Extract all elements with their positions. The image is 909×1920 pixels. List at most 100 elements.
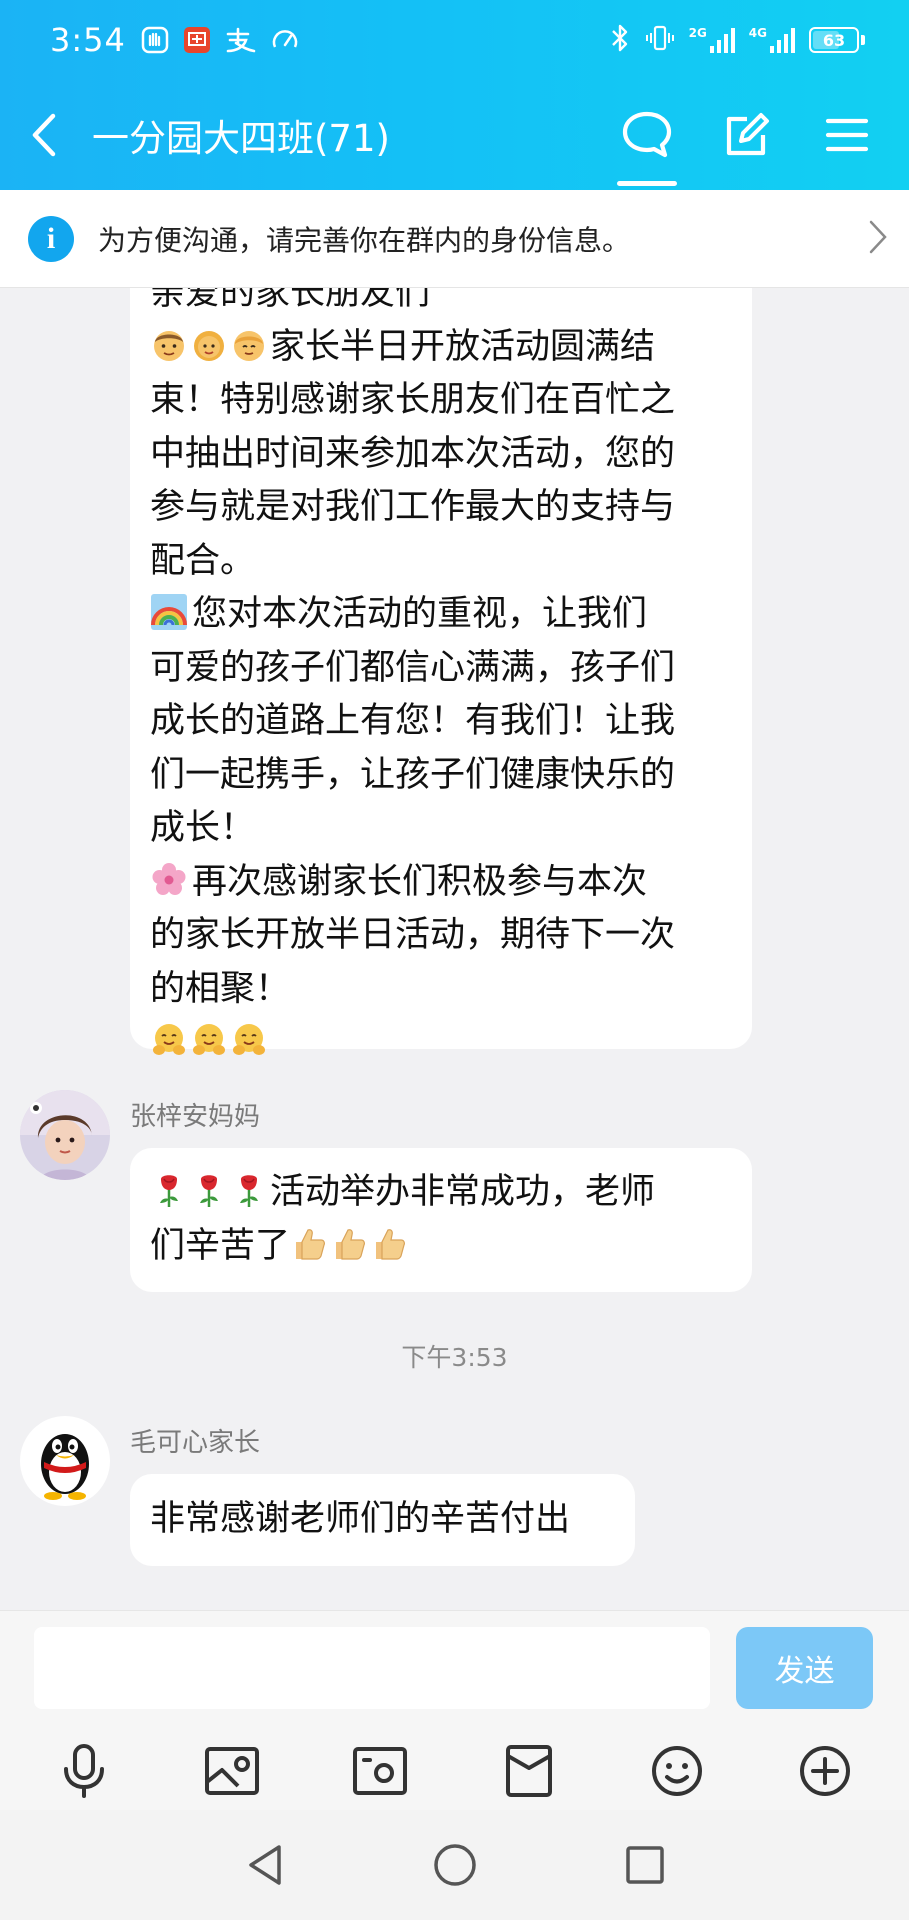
rose-emoji	[240, 1175, 258, 1207]
rose-emoji	[160, 1175, 178, 1207]
nav-home-button[interactable]	[425, 1835, 485, 1895]
group-title: 一分园大四班(71)	[92, 117, 390, 160]
microphone-icon	[64, 1744, 105, 1798]
man-emoji	[154, 330, 184, 361]
message-line: 参与就是对我们工作最大的支持与	[150, 487, 676, 527]
edit-icon	[726, 113, 769, 156]
message-line: 成长！	[150, 808, 256, 848]
title-actions	[597, 80, 909, 190]
hand-icon	[140, 25, 170, 55]
image-icon	[205, 1747, 260, 1795]
chevron-left-icon	[32, 113, 56, 157]
message-line: 家长半日开放活动圆满结	[150, 321, 734, 375]
image-button[interactable]	[192, 1731, 272, 1811]
emoji-icon	[651, 1746, 702, 1796]
message-line: 成长的道路上有您！有我们！让我	[150, 701, 676, 741]
avatar[interactable]	[20, 1416, 110, 1506]
message-line: 配合。	[150, 540, 256, 581]
input-area: 发送	[0, 1610, 909, 1810]
message-line: 们一起携手，让孩子们健康快乐的	[150, 754, 676, 795]
woman-emoji	[194, 330, 224, 361]
avatar[interactable]	[20, 1090, 110, 1180]
sender-name: 毛可心家长	[130, 1428, 261, 1458]
title-bar: 一分园大四班(71)	[0, 80, 909, 190]
thumbs-up-emoji	[296, 1228, 325, 1260]
message-line: 非常感谢老师们的辛苦付出	[150, 1499, 571, 1539]
message-line: 可爱的孩子们都信心满满，孩子们	[150, 647, 676, 688]
input-toolbar	[0, 1731, 909, 1811]
nav-recents-button[interactable]	[615, 1835, 675, 1895]
hug-emoji	[153, 1024, 185, 1055]
message-input[interactable]	[34, 1627, 710, 1709]
back-triangle-icon	[248, 1845, 281, 1885]
child-emoji	[234, 330, 264, 361]
message-line: 束！特别感谢家长朋友们在百忙之	[150, 380, 676, 420]
emoji-button[interactable]	[637, 1731, 717, 1811]
edit-button[interactable]	[697, 80, 797, 190]
chat-messages[interactable]: 亲爱的家长朋友们 家长半日开放活动圆满结 束！特别感谢家长朋友们在百忙之 中抽出…	[0, 288, 909, 1610]
send-button[interactable]: 发送	[736, 1627, 873, 1709]
menu-button[interactable]	[797, 80, 897, 190]
blossom-emoji	[152, 862, 186, 895]
message-line: 中抽出时间来参加本次活动，您的	[150, 433, 676, 474]
chat-tab-button[interactable]	[597, 80, 697, 190]
alipay-icon	[224, 25, 258, 55]
message-line-text: 您对本次活动的重视，让我们	[192, 594, 648, 634]
vibrate-icon	[645, 23, 675, 57]
message-line-text: 活动举办非常成功，老师	[270, 1172, 656, 1212]
battery-tip	[861, 35, 865, 45]
signal-2g-icon: 2G	[689, 26, 735, 54]
rainbow-emoji	[151, 594, 187, 630]
status-right-icons: 2G 4G 63	[609, 23, 865, 57]
app-header: 3:54 2G 4G 63 一分园大四班(71)	[0, 0, 909, 190]
message-line: 再次感谢家长们积极参与本次	[150, 856, 734, 910]
message-line	[150, 1016, 734, 1070]
camera-button[interactable]	[340, 1731, 420, 1811]
message-bubble[interactable]: 非常感谢老师们的辛苦付出	[130, 1474, 635, 1566]
status-left-icons	[140, 25, 300, 55]
speed-icon	[270, 25, 300, 55]
bluetooth-icon	[609, 23, 631, 57]
system-nav-bar	[0, 1810, 909, 1920]
message-line: 活动举办非常成功，老师	[150, 1166, 734, 1220]
recents-square-icon	[625, 1846, 664, 1884]
status-bar: 3:54 2G 4G 63	[0, 0, 909, 80]
more-button[interactable]	[785, 1731, 865, 1811]
sender-name: 张梓安妈妈	[130, 1102, 261, 1132]
back-button[interactable]	[0, 80, 88, 190]
message-line-text: 们辛苦了	[150, 1225, 291, 1266]
nav-back-button[interactable]	[235, 1835, 295, 1895]
chevron-right-icon	[867, 219, 889, 259]
child-photo-avatar	[20, 1090, 110, 1180]
thumbs-up-emoji	[336, 1228, 365, 1260]
info-icon: i	[28, 215, 74, 262]
message-line-text: 再次感谢家长们积极参与本次	[192, 861, 648, 902]
signal-4g-icon: 4G	[749, 26, 795, 54]
red-packet-icon	[505, 1745, 552, 1797]
message-line: 的家长开放半日活动，期待下一次	[150, 915, 676, 955]
menu-icon	[825, 118, 869, 152]
taobao-app-icon	[182, 25, 212, 55]
message-line: 们辛苦了	[150, 1220, 734, 1274]
banner-text: 为方便沟通，请完善你在群内的身份信息。	[98, 223, 631, 257]
message-line: 的相聚！	[150, 968, 291, 1009]
home-circle-icon	[433, 1844, 476, 1886]
hug-emoji	[193, 1024, 225, 1055]
battery-level: 63	[822, 30, 846, 50]
chat-bubble-icon	[622, 111, 672, 158]
message-bubble[interactable]: 亲爱的家长朋友们 家长半日开放活动圆满结 束！特别感谢家长朋友们在百忙之 中抽出…	[130, 288, 752, 1055]
battery-indicator: 63	[809, 27, 859, 53]
voice-button[interactable]	[44, 1731, 124, 1811]
message-line-text: 家长半日开放活动圆满结	[270, 326, 656, 367]
network-2g-label: 2G	[688, 26, 707, 40]
red-packet-button[interactable]	[489, 1731, 569, 1811]
message-line: 您对本次活动的重视，让我们	[150, 588, 734, 642]
identity-info-banner[interactable]: i 为方便沟通，请完善你在群内的身份信息。	[0, 190, 909, 288]
thumbs-up-emoji	[376, 1228, 405, 1260]
message-bubble[interactable]: 活动举办非常成功，老师 们辛苦了	[130, 1148, 752, 1292]
status-time: 3:54	[50, 21, 126, 59]
camera-icon	[353, 1747, 408, 1795]
message-line: 亲爱的家长朋友们	[150, 288, 431, 313]
message-timestamp: 下午3:53	[401, 1343, 508, 1372]
plus-circle-icon	[799, 1746, 850, 1796]
